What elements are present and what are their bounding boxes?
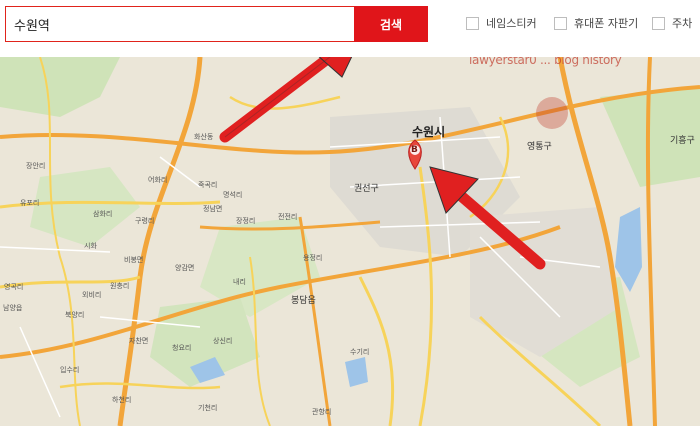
place-label: 비봉면 bbox=[124, 256, 144, 264]
place-label: 시화 bbox=[84, 242, 97, 250]
filter-phone-vending[interactable]: 휴대폰 자판기 bbox=[554, 15, 638, 31]
place-label: 화산동 bbox=[194, 133, 214, 141]
search-input[interactable] bbox=[5, 6, 354, 42]
checkbox[interactable] bbox=[652, 16, 665, 30]
filter-name-sticker[interactable]: 네임스티커 bbox=[466, 15, 537, 31]
place-label: 영통구 bbox=[527, 142, 552, 152]
place-label: 장정리 bbox=[236, 217, 256, 225]
place-label: 양감면 bbox=[175, 264, 195, 272]
place-label: 남양읍 bbox=[3, 304, 23, 312]
place-label: 입수리 bbox=[60, 366, 80, 374]
filter-label: 주차 bbox=[672, 17, 693, 30]
search-button[interactable]: 검색 bbox=[354, 6, 428, 42]
place-label: 어화리 bbox=[148, 176, 168, 184]
place-label: 영곡리 bbox=[4, 283, 24, 291]
watermark: lawyerstar0 ... blog history bbox=[469, 57, 622, 67]
marker-label: B bbox=[411, 145, 418, 155]
place-label: 장안리 bbox=[26, 162, 46, 170]
place-label: 봉담읍 bbox=[291, 296, 316, 306]
place-label: 삼화리 bbox=[93, 210, 113, 218]
place-label: 외비리 bbox=[82, 291, 102, 299]
place-label: 정남면 bbox=[203, 205, 223, 213]
filter-label: 휴대폰 자판기 bbox=[574, 17, 639, 30]
place-label: 구령리 bbox=[135, 217, 155, 225]
place-label: 청요리 bbox=[172, 344, 192, 352]
place-label: 권선구 bbox=[354, 184, 379, 194]
place-label: 수원시 bbox=[412, 125, 446, 139]
map-view[interactable]: 수원시 B 권선구 영통구 기흥구 봉담읍 장안리 유포리 영곡리 남양읍 시화… bbox=[0, 57, 700, 426]
place-label: 하천리 bbox=[112, 396, 132, 404]
place-label: 기천리 bbox=[198, 404, 218, 412]
place-label: 명석리 bbox=[223, 191, 243, 199]
watermark-circle bbox=[536, 97, 568, 129]
place-label: 내리 bbox=[233, 278, 246, 286]
place-label: 기흥구 bbox=[670, 136, 695, 146]
top-bar: 검색 네임스티커 휴대폰 자판기 주차 bbox=[0, 0, 700, 50]
filter-label: 네임스티커 bbox=[486, 17, 537, 30]
place-label: 자찬면 bbox=[129, 337, 149, 345]
place-label: 상신리 bbox=[213, 337, 233, 345]
map-canvas bbox=[0, 57, 700, 426]
place-label: 전전리 bbox=[278, 213, 298, 221]
place-label: 원충리 bbox=[110, 282, 130, 290]
filter-parking[interactable]: 주차 bbox=[652, 15, 692, 31]
place-label: 북양리 bbox=[65, 311, 85, 319]
place-label: 수기리 bbox=[350, 348, 370, 356]
place-label: 유포리 bbox=[20, 199, 40, 207]
place-label: 죽곡리 bbox=[198, 181, 218, 189]
place-label: 용정리 bbox=[303, 254, 323, 262]
checkbox[interactable] bbox=[554, 16, 567, 30]
place-label: 관항리 bbox=[312, 408, 332, 416]
checkbox[interactable] bbox=[466, 16, 479, 30]
